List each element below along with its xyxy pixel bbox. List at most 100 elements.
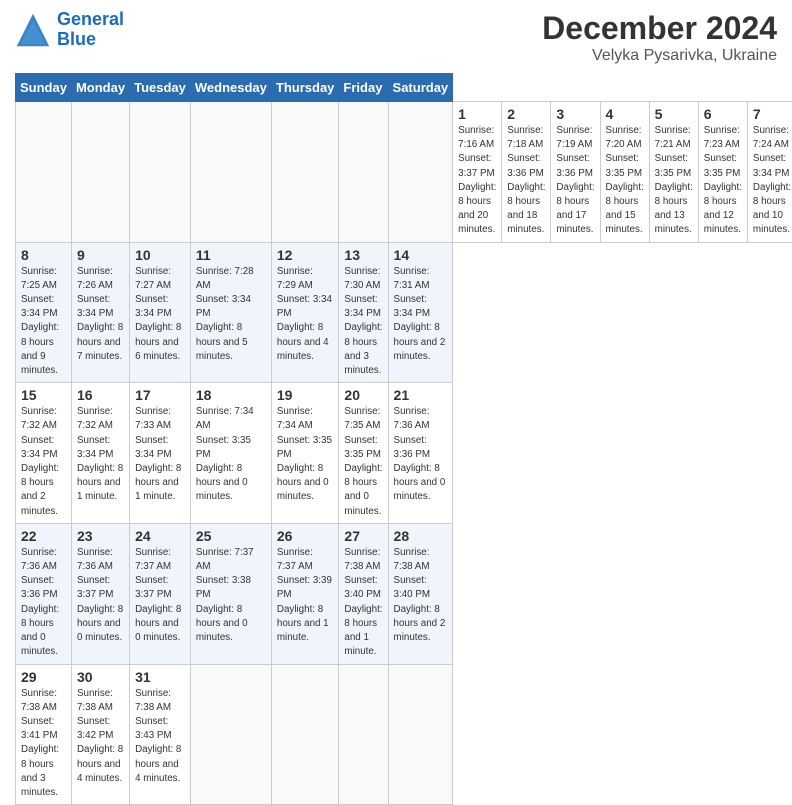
day-info: Sunrise: 7:20 AMSunset: 3:35 PMDaylight:… <box>606 124 644 238</box>
day-info: Sunrise: 7:35 AMSunset: 3:35 PMDaylight:… <box>344 405 382 519</box>
day-number: 18 <box>196 387 266 403</box>
calendar-cell: 4 Sunrise: 7:20 AMSunset: 3:35 PMDaylight… <box>600 102 649 243</box>
day-number: 5 <box>655 106 693 122</box>
calendar-header-thursday: Thursday <box>271 74 339 102</box>
day-number: 22 <box>21 528 66 544</box>
day-info: Sunrise: 7:31 AMSunset: 3:34 PMDaylight:… <box>394 265 448 364</box>
day-info: Sunrise: 7:36 AMSunset: 3:36 PMDaylight:… <box>21 546 66 660</box>
day-number: 25 <box>196 528 266 544</box>
calendar-cell <box>271 664 339 805</box>
day-info: Sunrise: 7:24 AMSunset: 3:34 PMDaylight:… <box>753 124 791 238</box>
day-number: 2 <box>507 106 545 122</box>
calendar-cell: 7 Sunrise: 7:24 AMSunset: 3:34 PMDaylight… <box>747 102 792 243</box>
calendar-cell: 10Sunrise: 7:27 AMSunset: 3:34 PMDayligh… <box>130 242 191 383</box>
page: General Blue December 2024 Velyka Pysari… <box>0 0 792 612</box>
day-number: 7 <box>753 106 791 122</box>
calendar-week-row: 8 Sunrise: 7:25 AMSunset: 3:34 PMDaylight… <box>16 242 792 383</box>
logo: General Blue <box>15 10 124 50</box>
day-number: 14 <box>394 247 448 263</box>
calendar-cell: 28 Sunrise: 7:38 AMSunset: 3:40 PMDayligh… <box>388 523 453 664</box>
calendar-cell: 2 Sunrise: 7:18 AMSunset: 3:36 PMDaylight… <box>502 102 551 243</box>
day-number: 9 <box>77 247 124 263</box>
calendar-cell: 24Sunrise: 7:37 AMSunset: 3:37 PMDayligh… <box>130 523 191 664</box>
calendar-cell <box>271 102 339 243</box>
calendar-cell: 15Sunrise: 7:32 AMSunset: 3:34 PMDayligh… <box>16 383 72 524</box>
calendar-cell: 19Sunrise: 7:34 AMSunset: 3:35 PMDayligh… <box>271 383 339 524</box>
calendar-cell: 31 Sunrise: 7:38 AMSunset: 3:43 PMDayligh… <box>130 664 191 805</box>
day-number: 23 <box>77 528 124 544</box>
calendar-week-row: 22 Sunrise: 7:36 AMSunset: 3:36 PMDayligh… <box>16 523 792 664</box>
calendar-cell: 1Sunrise: 7:16 AMSunset: 3:37 PMDaylight… <box>453 102 502 243</box>
subtitle: Velyka Pysarivka, Ukraine <box>542 47 777 65</box>
calendar-header-saturday: Saturday <box>388 74 453 102</box>
calendar-header-monday: Monday <box>71 74 129 102</box>
calendar-week-row: 1Sunrise: 7:16 AMSunset: 3:37 PMDaylight… <box>16 102 792 243</box>
day-info: Sunrise: 7:38 AMSunset: 3:43 PMDaylight:… <box>135 687 185 786</box>
day-number: 12 <box>277 247 334 263</box>
day-info: Sunrise: 7:30 AMSunset: 3:34 PMDaylight:… <box>344 265 382 379</box>
calendar-cell: 17Sunrise: 7:33 AMSunset: 3:34 PMDayligh… <box>130 383 191 524</box>
calendar-header-friday: Friday <box>339 74 388 102</box>
day-info: Sunrise: 7:34 AMSunset: 3:35 PMDaylight:… <box>277 405 334 504</box>
day-info: Sunrise: 7:38 AMSunset: 3:40 PMDaylight:… <box>394 546 448 645</box>
day-number: 28 <box>394 528 448 544</box>
day-number: 29 <box>21 669 66 685</box>
calendar-header-row: SundayMondayTuesdayWednesdayThursdayFrid… <box>16 74 792 102</box>
calendar-cell: 9 Sunrise: 7:26 AMSunset: 3:34 PMDaylight… <box>71 242 129 383</box>
day-info: Sunrise: 7:37 AMSunset: 3:39 PMDaylight:… <box>277 546 334 645</box>
calendar-header-sunday: Sunday <box>16 74 72 102</box>
logo-text: General Blue <box>57 10 124 50</box>
day-info: Sunrise: 7:38 AMSunset: 3:42 PMDaylight:… <box>77 687 124 786</box>
calendar-week-row: 15Sunrise: 7:32 AMSunset: 3:34 PMDayligh… <box>16 383 792 524</box>
calendar-cell: 11Sunrise: 7:28 AMSunset: 3:34 PMDayligh… <box>190 242 271 383</box>
calendar-cell: 8 Sunrise: 7:25 AMSunset: 3:34 PMDaylight… <box>16 242 72 383</box>
main-title: December 2024 <box>542 10 777 47</box>
day-info: Sunrise: 7:16 AMSunset: 3:37 PMDaylight:… <box>458 124 496 238</box>
calendar-cell: 5Sunrise: 7:21 AMSunset: 3:35 PMDaylight… <box>649 102 698 243</box>
day-info: Sunrise: 7:26 AMSunset: 3:34 PMDaylight:… <box>77 265 124 364</box>
title-block: December 2024 Velyka Pysarivka, Ukraine <box>542 10 777 65</box>
day-info: Sunrise: 7:34 AMSunset: 3:35 PMDaylight:… <box>196 405 266 504</box>
logo-icon <box>15 12 51 48</box>
day-info: Sunrise: 7:36 AMSunset: 3:36 PMDaylight:… <box>394 405 448 504</box>
calendar-cell: 23 Sunrise: 7:36 AMSunset: 3:37 PMDayligh… <box>71 523 129 664</box>
day-info: Sunrise: 7:32 AMSunset: 3:34 PMDaylight:… <box>77 405 124 504</box>
day-info: Sunrise: 7:37 AMSunset: 3:38 PMDaylight:… <box>196 546 266 645</box>
calendar-cell <box>130 102 191 243</box>
calendar-cell <box>190 664 271 805</box>
calendar-cell: 25 Sunrise: 7:37 AMSunset: 3:38 PMDayligh… <box>190 523 271 664</box>
calendar-cell <box>388 102 453 243</box>
day-info: Sunrise: 7:18 AMSunset: 3:36 PMDaylight:… <box>507 124 545 238</box>
calendar-table: SundayMondayTuesdayWednesdayThursdayFrid… <box>15 73 792 805</box>
day-number: 21 <box>394 387 448 403</box>
day-number: 30 <box>77 669 124 685</box>
day-info: Sunrise: 7:36 AMSunset: 3:37 PMDaylight:… <box>77 546 124 645</box>
calendar-cell: 29 Sunrise: 7:38 AMSunset: 3:41 PMDayligh… <box>16 664 72 805</box>
day-number: 4 <box>606 106 644 122</box>
day-number: 13 <box>344 247 382 263</box>
calendar-cell: 12 Sunrise: 7:29 AMSunset: 3:34 PMDayligh… <box>271 242 339 383</box>
day-info: Sunrise: 7:38 AMSunset: 3:40 PMDaylight:… <box>344 546 382 660</box>
calendar-cell <box>339 102 388 243</box>
calendar-cell <box>388 664 453 805</box>
day-number: 8 <box>21 247 66 263</box>
day-number: 31 <box>135 669 185 685</box>
day-info: Sunrise: 7:19 AMSunset: 3:36 PMDaylight:… <box>556 124 594 238</box>
day-info: Sunrise: 7:25 AMSunset: 3:34 PMDaylight:… <box>21 265 66 379</box>
calendar-cell: 6 Sunrise: 7:23 AMSunset: 3:35 PMDaylight… <box>698 102 747 243</box>
day-info: Sunrise: 7:38 AMSunset: 3:41 PMDaylight:… <box>21 687 66 801</box>
day-info: Sunrise: 7:32 AMSunset: 3:34 PMDaylight:… <box>21 405 66 519</box>
calendar-cell: 3 Sunrise: 7:19 AMSunset: 3:36 PMDaylight… <box>551 102 600 243</box>
calendar-cell: 22 Sunrise: 7:36 AMSunset: 3:36 PMDayligh… <box>16 523 72 664</box>
day-number: 11 <box>196 247 266 263</box>
header: General Blue December 2024 Velyka Pysari… <box>15 10 777 65</box>
day-number: 6 <box>704 106 742 122</box>
day-number: 16 <box>77 387 124 403</box>
day-info: Sunrise: 7:29 AMSunset: 3:34 PMDaylight:… <box>277 265 334 364</box>
day-info: Sunrise: 7:23 AMSunset: 3:35 PMDaylight:… <box>704 124 742 238</box>
calendar-cell: 30 Sunrise: 7:38 AMSunset: 3:42 PMDayligh… <box>71 664 129 805</box>
day-number: 27 <box>344 528 382 544</box>
calendar-cell <box>339 664 388 805</box>
day-number: 3 <box>556 106 594 122</box>
day-number: 17 <box>135 387 185 403</box>
